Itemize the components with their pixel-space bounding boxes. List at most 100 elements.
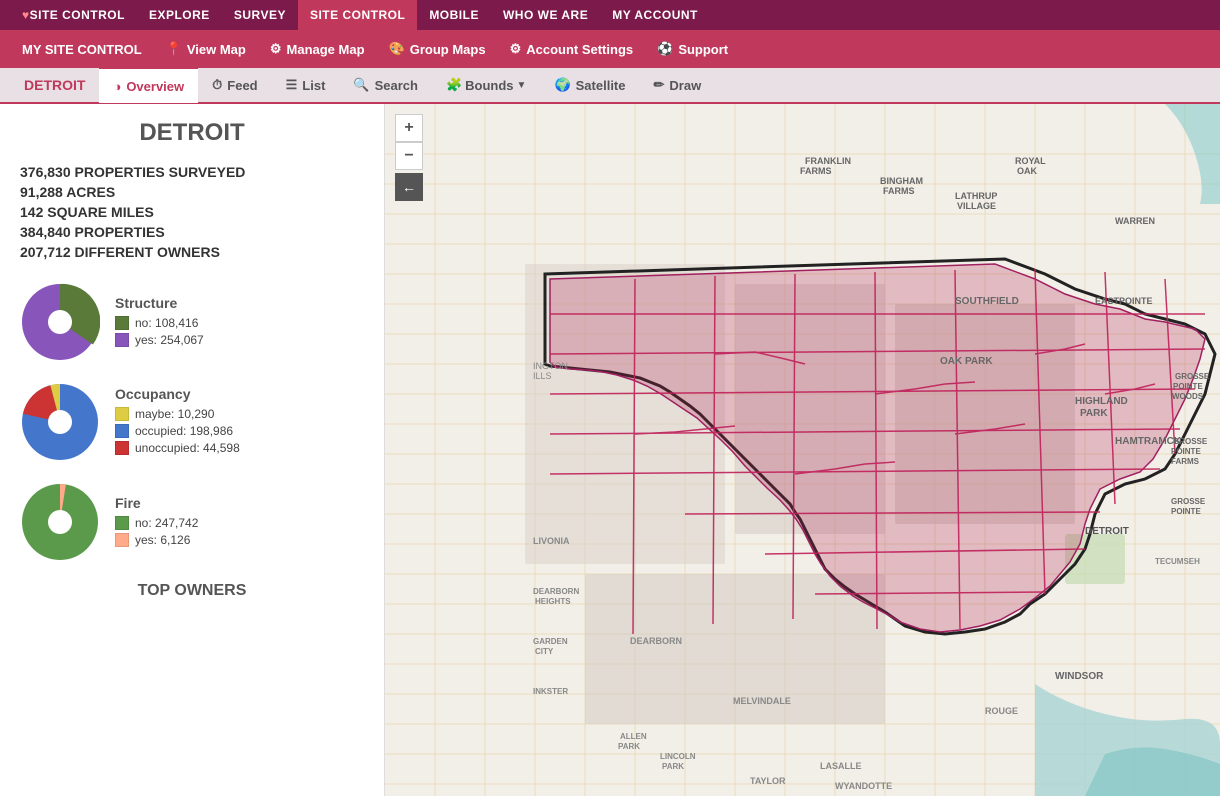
account-settings-link[interactable]: ⚙ Account Settings (498, 30, 646, 68)
sidebar: DETROIT 376,830 PROPERTIES SURVEYED 91,2… (0, 104, 385, 796)
tab-list[interactable]: ☰ List (272, 67, 340, 103)
svg-text:INKSTER: INKSTER (533, 687, 568, 696)
city-name-link[interactable]: DETROIT (10, 67, 99, 103)
stat-square-miles: 142 SQUARE MILES (20, 202, 364, 222)
stat-acres: 91,288 ACRES (20, 182, 364, 202)
map-icon: 📍 (166, 41, 182, 57)
tab-bounds-label: Bounds (465, 78, 513, 93)
nav-label: WHO WE ARE (503, 8, 588, 22)
map-controls: + − ← (395, 114, 423, 201)
manage-map-link[interactable]: ⚙ Manage Map (258, 30, 377, 68)
occupancy-title: Occupancy (115, 386, 364, 402)
svg-text:SOUTHFIELD: SOUTHFIELD (955, 296, 1019, 307)
top-navigation: SITE CONTROL EXPLORE SURVEY SITE CONTROL… (0, 0, 1220, 30)
tab-feed-label: Feed (227, 78, 257, 93)
tab-search[interactable]: 🔍 Search (339, 67, 432, 103)
svg-text:ALLEN: ALLEN (620, 732, 647, 741)
svg-text:FARMS: FARMS (800, 166, 832, 176)
svg-text:POINTE: POINTE (1171, 447, 1201, 456)
stat-owners: 207,712 DIFFERENT OWNERS (20, 242, 364, 262)
map-area: + − ← (385, 104, 1220, 796)
chevron-down-icon: ▼ (517, 80, 527, 91)
occupancy-labels: Occupancy maybe: 10,290 occupied: 198,98… (115, 386, 364, 458)
chart-structure: Structure no: 108,416 yes: 254,067 (20, 282, 364, 362)
nav-mobile[interactable]: MOBILE (417, 0, 491, 30)
nav-survey[interactable]: SURVEY (222, 0, 298, 30)
structure-legend-no: no: 108,416 (115, 316, 364, 330)
svg-text:LATHRUP: LATHRUP (955, 191, 997, 201)
svg-text:PARK: PARK (1080, 408, 1108, 419)
svg-text:TECUMSEH: TECUMSEH (1155, 557, 1200, 566)
svg-text:GROSSE: GROSSE (1173, 437, 1208, 446)
settings-icon: ⚙ (510, 41, 522, 57)
map-back-button[interactable]: ← (395, 173, 423, 201)
tab-draw-label: Draw (669, 78, 701, 93)
maybe-label: maybe: 10,290 (135, 407, 214, 421)
top-owners-title: TOP OWNERS (20, 582, 364, 600)
svg-text:OAK: OAK (1017, 166, 1038, 176)
tab-overview[interactable]: ◑ Overview (99, 67, 198, 103)
svg-text:POINTE: POINTE (1171, 507, 1201, 516)
svg-text:HIGHLAND: HIGHLAND (1075, 396, 1128, 407)
structure-title: Structure (115, 295, 364, 311)
svg-text:FRANKLIN: FRANKLIN (805, 156, 851, 166)
search-icon: 🔍 (353, 77, 369, 93)
tab-draw[interactable]: ✏ Draw (640, 67, 716, 103)
nav-label: EXPLORE (149, 8, 210, 22)
svg-text:CITY: CITY (535, 647, 554, 656)
manage-icon: ⚙ (270, 41, 282, 57)
nav-label: SITE CONTROL (30, 8, 125, 22)
svg-text:EASTPOINTE: EASTPOINTE (1095, 296, 1153, 306)
my-site-control-link[interactable]: MY SITE CONTROL (10, 30, 154, 68)
occupancy-legend-maybe: maybe: 10,290 (115, 407, 364, 421)
occupancy-legend-occupied: occupied: 198,986 (115, 424, 364, 438)
svg-text:INGTON: INGTON (533, 361, 568, 371)
structure-no-swatch (115, 316, 129, 330)
structure-yes-label: yes: 254,067 (135, 333, 204, 347)
fire-no-label: no: 247,742 (135, 516, 198, 530)
fire-legend-no: no: 247,742 (115, 516, 364, 530)
structure-legend-yes: yes: 254,067 (115, 333, 364, 347)
nav-explore[interactable]: EXPLORE (137, 0, 222, 30)
tab-satellite[interactable]: 🌍 Satellite (540, 67, 639, 103)
svg-text:WINDSOR: WINDSOR (1055, 671, 1104, 682)
occupied-swatch (115, 424, 129, 438)
group-icon: 🎨 (389, 41, 405, 57)
manage-map-label: Manage Map (287, 42, 365, 57)
svg-text:FARMS: FARMS (883, 186, 915, 196)
svg-text:ILLS: ILLS (533, 371, 552, 381)
support-label: Support (678, 42, 728, 57)
svg-text:LASALLE: LASALLE (820, 761, 862, 771)
nav-who-we-are[interactable]: WHO WE ARE (491, 0, 600, 30)
fire-yes-label: yes: 6,126 (135, 533, 190, 547)
tab-list-label: List (302, 78, 325, 93)
occupied-label: occupied: 198,986 (135, 424, 233, 438)
group-maps-label: Group Maps (410, 42, 486, 57)
svg-text:TAYLOR: TAYLOR (750, 776, 786, 786)
tab-search-label: Search (375, 78, 418, 93)
occupancy-legend-unoccupied: unoccupied: 44,598 (115, 441, 364, 455)
tab-feed[interactable]: ⏱ Feed (198, 67, 271, 103)
nav-label: SITE CONTROL (310, 8, 405, 22)
zoom-in-button[interactable]: + (395, 114, 423, 142)
map-svg: INGTON ILLS FRANKLIN FARMS BINGHAM FARMS… (385, 104, 1220, 796)
nav-site-control-logo[interactable]: SITE CONTROL (10, 0, 137, 30)
svg-text:HAMTRAMCK: HAMTRAMCK (1115, 436, 1182, 447)
tab-bounds[interactable]: 🧩 Bounds ▼ (432, 67, 540, 103)
fire-legend-yes: yes: 6,126 (115, 533, 364, 547)
nav-site-control-active[interactable]: SITE CONTROL (298, 0, 417, 30)
svg-text:HEIGHTS: HEIGHTS (535, 597, 571, 606)
view-map-link[interactable]: 📍 View Map (154, 30, 258, 68)
group-maps-link[interactable]: 🎨 Group Maps (377, 30, 498, 68)
support-link[interactable]: ⚽ Support (645, 30, 740, 68)
zoom-out-button[interactable]: − (395, 142, 423, 170)
maybe-swatch (115, 407, 129, 421)
nav-my-account[interactable]: MY ACCOUNT (600, 0, 710, 30)
feed-icon: ⏱ (212, 77, 222, 93)
list-icon: ☰ (286, 77, 298, 93)
svg-text:LIVONIA: LIVONIA (533, 536, 570, 546)
tab-overview-label: Overview (126, 79, 184, 94)
draw-icon: ✏ (654, 77, 665, 93)
svg-text:LINCOLN: LINCOLN (660, 752, 696, 761)
bounds-icon: 🧩 (446, 77, 462, 93)
